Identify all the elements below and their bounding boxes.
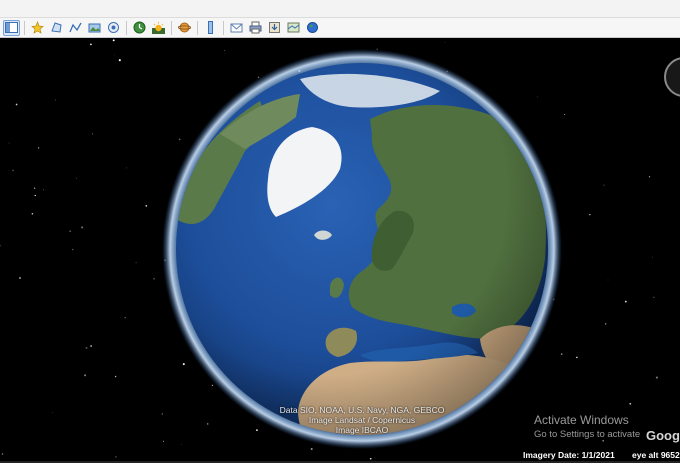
email-button[interactable] [228, 19, 245, 36]
menu-strip [0, 0, 680, 18]
toolbar-separator [171, 20, 172, 35]
attribution-line: Image IBCAO [335, 425, 389, 435]
imagery-date: Imagery Date: 1/1/2021 [523, 450, 615, 460]
google-logo: Goog [646, 428, 680, 443]
envelope-icon [230, 23, 243, 33]
google-earth-window: Data SIO, NOAA, U.S. Navy, NGA, GEBCO Im… [0, 0, 680, 463]
activate-windows-watermark: Activate Windows Go to Settings to activ… [534, 413, 640, 441]
record-tour-button[interactable] [105, 19, 122, 36]
save-image-button[interactable] [266, 19, 283, 36]
switch-to-sky-button[interactable] [176, 19, 193, 36]
print-button[interactable] [247, 19, 264, 36]
view-in-maps-button[interactable] [285, 19, 302, 36]
path-icon [69, 22, 82, 33]
map-icon [287, 22, 300, 33]
pushpin-icon [31, 21, 44, 34]
add-path-button[interactable] [67, 19, 84, 36]
historical-imagery-button[interactable] [131, 19, 148, 36]
add-image-overlay-button[interactable] [86, 19, 103, 36]
add-polygon-button[interactable] [48, 19, 65, 36]
toolbar-separator [197, 20, 198, 35]
earth-gallery-button[interactable] [304, 19, 321, 36]
activate-title: Activate Windows [534, 413, 629, 427]
toolbar-separator [223, 20, 224, 35]
tour-icon [108, 22, 119, 33]
eye-altitude: eye alt 9652 [632, 450, 680, 460]
add-placemark-button[interactable] [29, 19, 46, 36]
clock-icon [133, 21, 146, 34]
polygon-icon [51, 22, 62, 33]
toolbar-separator [24, 20, 25, 35]
attribution-line: Image Landsat / Copernicus [308, 415, 416, 425]
sidebar-icon [5, 22, 18, 33]
globe-icon [307, 22, 318, 33]
sun-icon [152, 22, 165, 34]
ruler-icon [208, 21, 213, 34]
toolbar-separator [126, 20, 127, 35]
image-overlay-icon [88, 23, 101, 33]
save-image-icon [269, 22, 280, 33]
earth-globe[interactable] [0, 39, 680, 463]
toolbar [0, 18, 680, 38]
activate-subtitle: Go to Settings to activate [534, 429, 641, 440]
data-attribution: Data SIO, NOAA, U.S. Navy, NGA, GEBCO Im… [262, 405, 462, 435]
sidebar-toggle-button[interactable] [3, 19, 20, 36]
ruler-button[interactable] [202, 19, 219, 36]
globe-shading [176, 63, 548, 435]
attribution-line: Data SIO, NOAA, U.S. Navy, NGA, GEBCO [279, 405, 445, 415]
sunlight-button[interactable] [150, 19, 167, 36]
printer-icon [249, 21, 262, 34]
planet-icon [178, 22, 191, 33]
3d-view[interactable]: Data SIO, NOAA, U.S. Navy, NGA, GEBCO Im… [0, 39, 680, 463]
